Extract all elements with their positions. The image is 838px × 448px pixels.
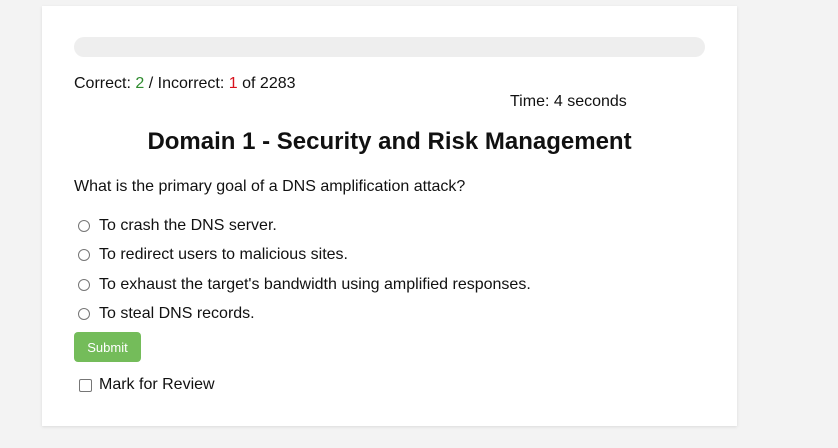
- radio-button[interactable]: [78, 308, 90, 321]
- answer-option-label: To redirect users to malicious sites.: [99, 246, 348, 264]
- total-questions: of 2283: [242, 75, 296, 92]
- answer-option-label: To steal DNS records.: [99, 305, 255, 323]
- timer: Time: 4 seconds: [510, 92, 627, 112]
- answer-option-label: To exhaust the target's bandwidth using …: [99, 275, 531, 293]
- correct-label: Correct:: [74, 75, 131, 92]
- timer-label: Time:: [510, 93, 550, 110]
- mark-for-review-checkbox[interactable]: [79, 378, 92, 392]
- incorrect-count: 1: [228, 75, 238, 92]
- quiz-card: Correct: 2 / Incorrect: 1 of 2283 Time: …: [42, 6, 737, 426]
- radio-button[interactable]: [78, 219, 90, 232]
- correct-count: 2: [135, 75, 145, 92]
- answer-option-4[interactable]: To steal DNS records.: [78, 300, 531, 330]
- submit-button[interactable]: Submit: [74, 332, 141, 362]
- score-summary: Correct: 2 / Incorrect: 1 of 2283: [74, 74, 296, 94]
- mark-for-review[interactable]: Mark for Review: [79, 375, 215, 395]
- answer-option-2[interactable]: To redirect users to malicious sites.: [78, 241, 531, 271]
- radio-button[interactable]: [78, 278, 90, 291]
- incorrect-label: Incorrect:: [157, 75, 225, 92]
- radio-button[interactable]: [78, 249, 90, 262]
- question-text: What is the primary goal of a DNS amplif…: [74, 178, 466, 195]
- progress-bar: [74, 37, 705, 57]
- score-separator: /: [148, 75, 154, 92]
- answer-option-1[interactable]: To crash the DNS server.: [78, 211, 531, 241]
- domain-title: Domain 1 - Security and Risk Management: [147, 128, 632, 155]
- mark-for-review-label: Mark for Review: [99, 376, 215, 393]
- timer-value: 4 seconds: [553, 93, 627, 110]
- answer-option-3[interactable]: To exhaust the target's bandwidth using …: [78, 270, 531, 300]
- answer-options: To crash the DNS server. To redirect use…: [78, 211, 531, 329]
- answer-option-label: To crash the DNS server.: [99, 216, 277, 234]
